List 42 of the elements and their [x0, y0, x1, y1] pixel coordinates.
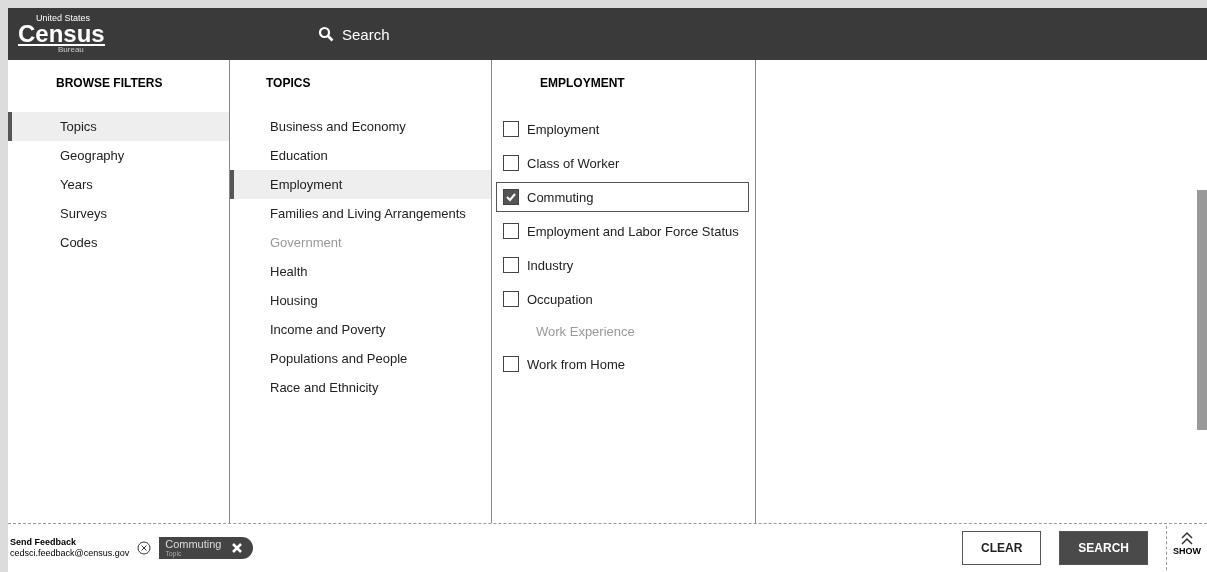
search-icon: [318, 26, 334, 42]
search-field[interactable]: Search: [318, 25, 390, 43]
scrollbar[interactable]: [1197, 190, 1207, 430]
filter-item[interactable]: Topics: [8, 112, 229, 141]
disabled-item: Work Experience: [535, 323, 636, 341]
checkbox[interactable]: [503, 189, 519, 205]
checkbox-label[interactable]: Occupation: [527, 291, 593, 307]
close-icon[interactable]: [137, 541, 152, 555]
checkbox[interactable]: [503, 155, 519, 171]
filter-item[interactable]: Geography: [8, 141, 229, 170]
filter-item[interactable]: Surveys: [8, 199, 229, 228]
topic-item[interactable]: Business and Economy: [230, 112, 491, 141]
search-button[interactable]: SEARCH: [1059, 531, 1148, 565]
chevron-up-icon: [1179, 530, 1195, 546]
topic-item[interactable]: Housing: [230, 286, 491, 315]
filter-item[interactable]: Codes: [8, 228, 229, 257]
column-title: TOPICS: [265, 76, 312, 90]
topic-item[interactable]: Income and Poverty: [230, 315, 491, 344]
topic-item[interactable]: Families and Living Arrangements: [230, 199, 491, 228]
census-logo[interactable]: United States Census Bureau: [18, 13, 318, 55]
clear-button[interactable]: CLEAR: [962, 531, 1042, 565]
topic-item[interactable]: Populations and People: [230, 344, 491, 373]
topic-item[interactable]: Health: [230, 257, 491, 286]
checkbox-label[interactable]: Commuting: [527, 189, 594, 205]
topic-item[interactable]: Education: [230, 141, 491, 170]
checkbox[interactable]: [503, 121, 519, 137]
topic-item[interactable]: Race and Ethnicity: [230, 373, 491, 402]
filter-item[interactable]: Years: [8, 170, 229, 199]
checkbox[interactable]: [503, 356, 519, 372]
checkbox[interactable]: [503, 257, 519, 273]
topic-item[interactable]: Employment: [230, 170, 491, 199]
checkbox-label[interactable]: Work from Home: [527, 356, 625, 372]
checkbox-label[interactable]: Industry: [527, 257, 574, 273]
feedback-link[interactable]: Send Feedback cedsci.feedback@census.gov: [10, 537, 130, 559]
checkbox-label[interactable]: Employment and Labor Force Status: [527, 223, 739, 239]
column-title: BROWSE FILTERS: [55, 76, 164, 90]
checkbox[interactable]: [503, 223, 519, 239]
checkbox-label[interactable]: Class of Worker: [527, 155, 620, 171]
checkbox-label[interactable]: Employment: [527, 121, 600, 137]
column-title: EMPLOYMENT: [539, 76, 626, 90]
show-button[interactable]: SHOW: [1166, 526, 1207, 570]
checkbox[interactable]: [503, 291, 519, 307]
